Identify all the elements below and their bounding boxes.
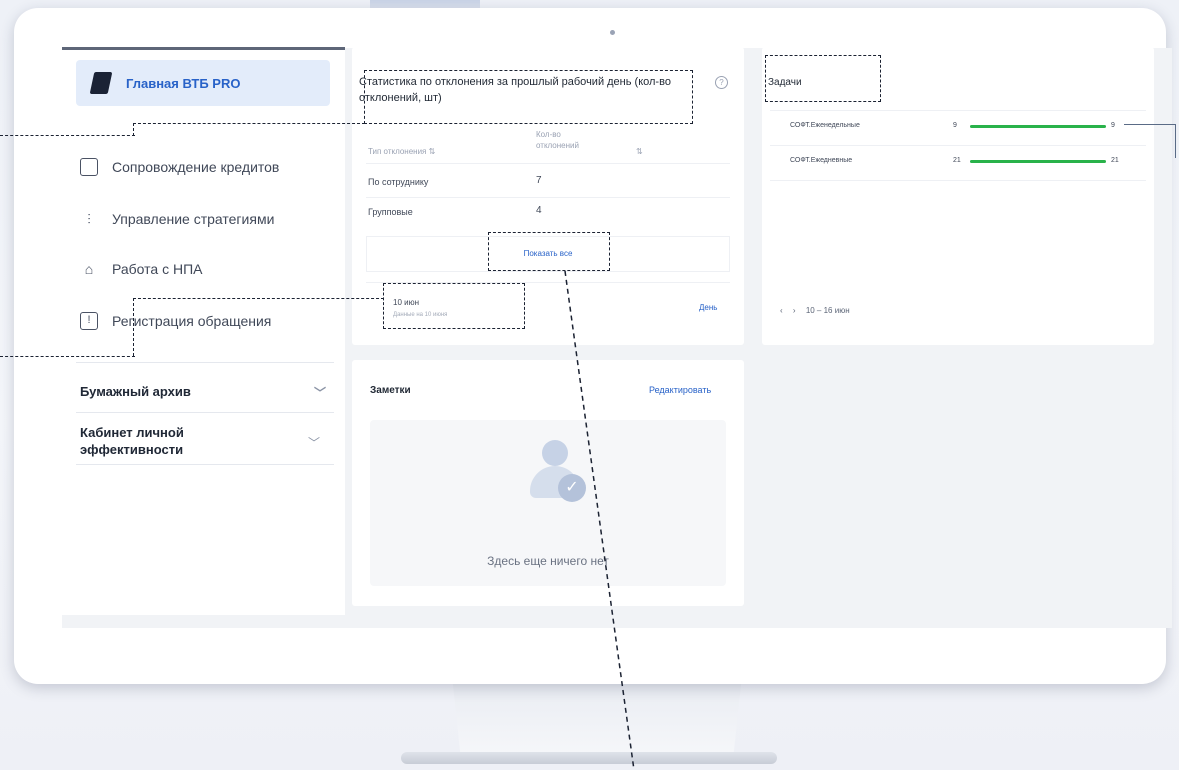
annotation-diagonal — [564, 270, 635, 770]
